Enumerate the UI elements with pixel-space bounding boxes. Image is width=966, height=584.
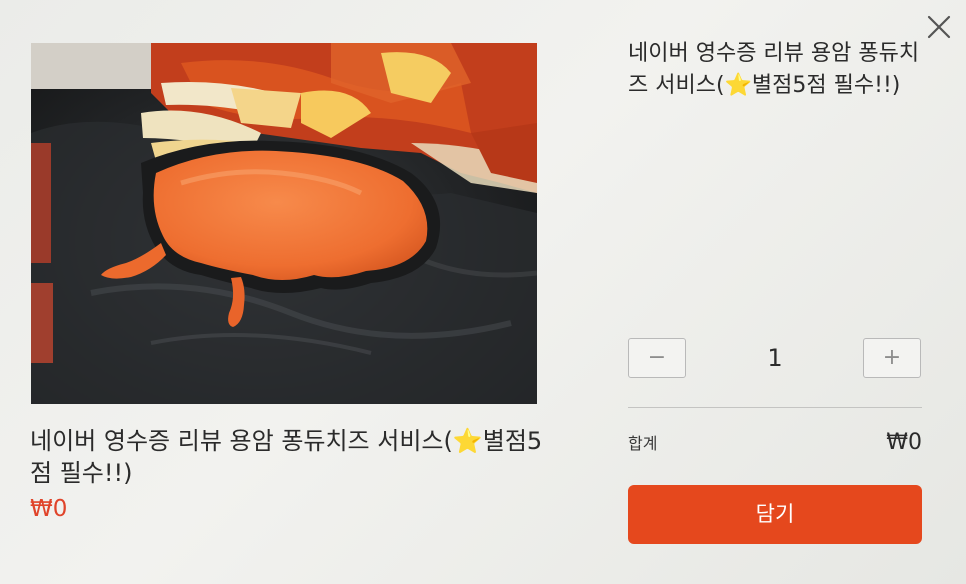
divider: [628, 407, 922, 408]
option-product-name: 네이버 영수증 리뷰 용암 퐁듀치즈 서비스(⭐별점5점 필수!!): [628, 41, 920, 98]
total-value: ₩0: [886, 430, 922, 455]
quantity-increase-button[interactable]: +: [863, 338, 921, 378]
add-to-cart-button[interactable]: 담기: [628, 485, 922, 544]
product-name: 네이버 영수증 리뷰 용암 퐁듀치즈 서비스(⭐별점5점 필수!!): [30, 427, 543, 487]
total-label: 합계: [628, 434, 658, 453]
product-image: [31, 43, 537, 404]
quantity-decrease-button[interactable]: −: [628, 338, 686, 378]
quantity-value: 1: [767, 344, 783, 372]
product-price: ₩0: [30, 496, 68, 522]
